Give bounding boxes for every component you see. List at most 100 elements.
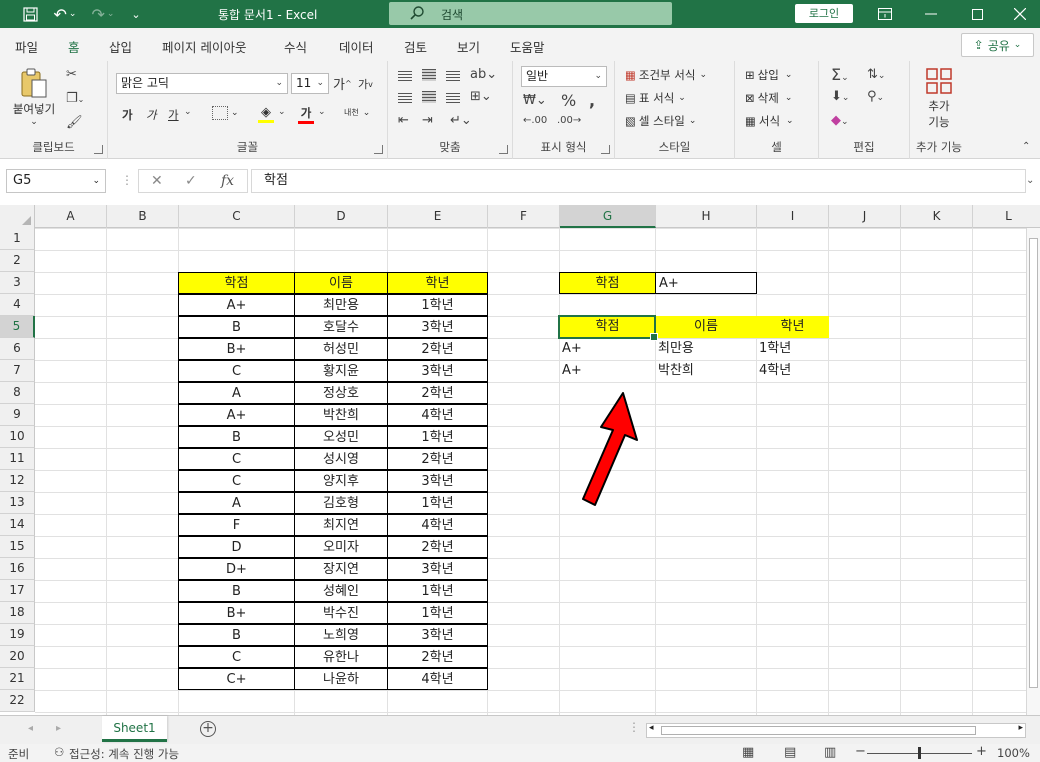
row-header-8[interactable]: 8: [0, 382, 35, 404]
align-middle-icon[interactable]: [422, 69, 436, 81]
grow-font-button[interactable]: 가 ^: [333, 74, 352, 93]
tab-insert[interactable]: 삽입: [109, 37, 132, 56]
table-cell[interactable]: B+: [178, 602, 295, 624]
table-cell[interactable]: 2학년: [387, 536, 488, 558]
row-header-15[interactable]: 15: [0, 536, 35, 558]
table-cell[interactable]: C: [178, 360, 295, 382]
cancel-icon[interactable]: ✕: [151, 173, 163, 189]
table-cell[interactable]: 김호형: [294, 492, 388, 514]
column-header-k[interactable]: K: [901, 205, 973, 228]
share-button[interactable]: ⇪ 공유 ⌄: [961, 33, 1034, 57]
row-header-9[interactable]: 9: [0, 404, 35, 426]
redo-icon[interactable]: ↷ ⌄: [88, 3, 118, 25]
row-header-19[interactable]: 19: [0, 624, 35, 646]
horizontal-scrollbar[interactable]: ◂ ▸: [646, 723, 1026, 738]
scroll-sheets-left-icon[interactable]: ◂: [28, 723, 33, 734]
column-header-i[interactable]: I: [757, 205, 829, 228]
sort-filter-icon[interactable]: ⇅⌄: [867, 67, 885, 82]
tab-home[interactable]: 홈: [66, 37, 81, 64]
table-cell[interactable]: A+: [178, 404, 295, 426]
undo-icon[interactable]: ↶ ⌄: [50, 3, 80, 25]
cut-icon[interactable]: ✂: [66, 67, 77, 82]
column-header-h[interactable]: H: [656, 205, 757, 228]
merge-center-icon[interactable]: ⊞⌄: [470, 89, 492, 104]
table-header-cell[interactable]: 학년: [387, 272, 488, 294]
tab-data[interactable]: 데이터: [339, 37, 374, 56]
table-cell[interactable]: B: [178, 426, 295, 448]
italic-button[interactable]: 가: [146, 107, 157, 123]
column-header-f[interactable]: F: [488, 205, 560, 228]
table-cell[interactable]: 3학년: [387, 360, 488, 382]
row-header-13[interactable]: 13: [0, 492, 35, 514]
tab-page-layout[interactable]: 페이지 레이아웃: [162, 37, 246, 56]
table-cell[interactable]: 최지연: [294, 514, 388, 536]
table-cell[interactable]: B: [178, 316, 295, 338]
row-header-5[interactable]: 5: [0, 316, 35, 338]
font-size-select[interactable]: 11 ⌄: [291, 73, 329, 94]
fill-color-button[interactable]: ◈: [258, 105, 274, 123]
row-header-14[interactable]: 14: [0, 514, 35, 536]
table-cell[interactable]: 3학년: [387, 316, 488, 338]
table-cell[interactable]: B: [178, 580, 295, 602]
insert-function-icon[interactable]: fx: [221, 173, 234, 189]
shrink-font-button[interactable]: 가v: [358, 76, 373, 92]
page-break-view-icon[interactable]: ▥: [824, 745, 836, 760]
table-header-cell[interactable]: 학점: [178, 272, 295, 294]
scroll-left-icon[interactable]: ◂: [649, 723, 654, 733]
orientation-icon[interactable]: ab⌄: [470, 67, 497, 82]
scroll-right-icon[interactable]: ▸: [1018, 723, 1023, 733]
horizontal-scroll-thumb[interactable]: [661, 726, 976, 735]
table-cell[interactable]: C: [178, 448, 295, 470]
scroll-sheets-right-icon[interactable]: ▸: [56, 723, 61, 734]
table-cell[interactable]: A: [178, 492, 295, 514]
align-right-icon[interactable]: [446, 93, 460, 105]
align-top-icon[interactable]: [398, 71, 412, 83]
worksheet-grid[interactable]: A B C D E F G H I J K L 1 2 3 4 5 6 7 8 9 10 11 12 1…: [0, 205, 1040, 715]
decrease-decimal-icon[interactable]: .00→: [557, 115, 581, 126]
table-cell[interactable]: 4학년: [387, 404, 488, 426]
font-name-select[interactable]: 맑은 고딕 ⌄: [116, 73, 288, 94]
table-cell[interactable]: C: [178, 646, 295, 668]
table-cell[interactable]: 황지윤: [294, 360, 388, 382]
tab-file[interactable]: 파일: [15, 37, 38, 56]
underline-button[interactable]: 가: [168, 107, 179, 123]
table-cell[interactable]: 2학년: [387, 448, 488, 470]
table-cell[interactable]: 나윤하: [294, 668, 388, 690]
maximize-icon[interactable]: [954, 0, 1000, 28]
table-cell[interactable]: 4학년: [387, 668, 488, 690]
zoom-in-icon[interactable]: +: [976, 744, 987, 759]
format-as-table-button[interactable]: ▤ 표 서식 ⌄: [625, 90, 686, 106]
cells-area[interactable]: 학점 이름 학년 A+ 최만용 1학년 B 호달수 3학년 B+ 허성민 2학년 C 황지윤 3학년 A 정상호…: [35, 228, 1040, 715]
decrease-indent-icon[interactable]: ⇤: [398, 113, 409, 128]
collapse-ribbon-icon[interactable]: ⌃: [1022, 141, 1030, 152]
table-cell[interactable]: 허성민: [294, 338, 388, 360]
paste-button[interactable]: 붙여넣기 ⌄: [10, 67, 58, 127]
row-header-7[interactable]: 7: [0, 360, 35, 382]
result-cell[interactable]: 최만용: [655, 338, 757, 360]
table-cell[interactable]: B+: [178, 338, 295, 360]
addins-button[interactable]: 추가 기능: [920, 67, 958, 130]
row-header-21[interactable]: 21: [0, 668, 35, 690]
clipboard-launcher-icon[interactable]: [94, 145, 103, 154]
table-cell[interactable]: 2학년: [387, 338, 488, 360]
customize-toolbar-icon[interactable]: ⌄: [128, 3, 144, 25]
row-header-11[interactable]: 11: [0, 448, 35, 470]
conditional-formatting-button[interactable]: ▦ 조건부 서식 ⌄: [625, 67, 707, 83]
table-cell[interactable]: D+: [178, 558, 295, 580]
zoom-out-icon[interactable]: −: [855, 744, 866, 759]
table-cell[interactable]: C: [178, 470, 295, 492]
row-header-20[interactable]: 20: [0, 646, 35, 668]
column-header-d[interactable]: D: [295, 205, 388, 228]
row-header-3[interactable]: 3: [0, 272, 35, 294]
wrap-text-icon[interactable]: ↵⌄: [450, 113, 472, 128]
result-cell[interactable]: A+: [559, 360, 656, 382]
table-cell[interactable]: B: [178, 624, 295, 646]
table-cell[interactable]: 박찬희: [294, 404, 388, 426]
row-header-6[interactable]: 6: [0, 338, 35, 360]
alignment-launcher-icon[interactable]: [499, 145, 508, 154]
tab-help[interactable]: 도움말: [510, 37, 545, 56]
table-cell[interactable]: C+: [178, 668, 295, 690]
autosum-icon[interactable]: Σ⌄: [831, 65, 849, 84]
row-header-17[interactable]: 17: [0, 580, 35, 602]
row-header-16[interactable]: 16: [0, 558, 35, 580]
